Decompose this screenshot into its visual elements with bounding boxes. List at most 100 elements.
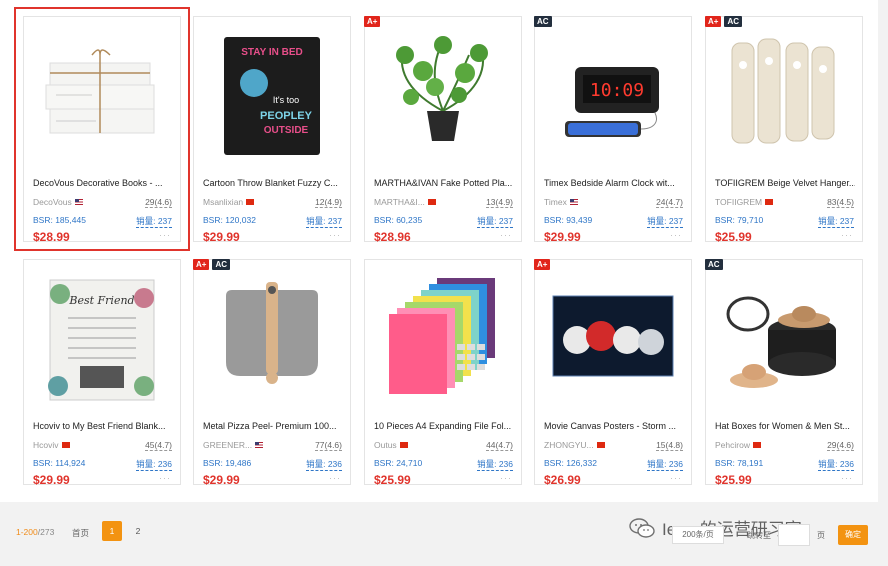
product-bsr: BSR: 120,032 — [203, 215, 256, 225]
product-sales: 销量: 237 — [136, 216, 172, 228]
product-card[interactable]: A+ Movie Canvas Posters - Storm ... ZHON… — [534, 259, 692, 487]
cn-flag-icon — [765, 199, 774, 205]
product-title[interactable]: TOFIIGREM Beige Velvet Hanger... — [715, 178, 855, 188]
product-sales: 销量: 236 — [647, 459, 683, 471]
product-title[interactable]: Hcoviv to My Best Friend Blank... — [33, 421, 173, 431]
us-flag-icon — [255, 442, 264, 448]
product-sales: 销量: 236 — [306, 459, 342, 471]
cn-flag-icon — [427, 199, 436, 205]
hanger-clips-icon — [731, 38, 835, 144]
product-rating: 29(4.6) — [145, 197, 172, 208]
more-icon[interactable]: ··· — [159, 230, 171, 240]
wechat-icon — [629, 517, 655, 538]
product-brand: MARTHA&I... — [374, 197, 436, 207]
cn-flag-icon — [399, 442, 408, 448]
more-icon[interactable]: ··· — [841, 230, 853, 240]
product-title[interactable]: 10 Pieces A4 Expanding File Fol... — [374, 421, 514, 431]
more-icon[interactable]: ··· — [159, 473, 171, 483]
image-caption: Best Friend — [68, 294, 134, 307]
product-bsr: BSR: 79,710 — [715, 215, 764, 225]
product-card[interactable]: DecoVous Decorative Books - ... DecoVous… — [14, 7, 190, 251]
product-rating: 12(4.9) — [315, 197, 342, 208]
friend-blanket-icon: Best Friend — [48, 279, 155, 401]
product-title[interactable]: Movie Canvas Posters - Storm ... — [544, 421, 684, 431]
product-title[interactable]: MARTHA&IVAN Fake Potted Pla... — [374, 178, 514, 188]
product-price: $29.99 — [203, 473, 240, 487]
product-sales: 销量: 236 — [818, 459, 854, 471]
product-title[interactable]: Timex Bedside Alarm Clock wit... — [544, 178, 684, 188]
goto-page-input[interactable] — [778, 524, 810, 546]
more-icon[interactable]: ··· — [500, 473, 512, 483]
page-unit-label: 页 — [817, 531, 825, 540]
more-icon[interactable]: ··· — [329, 473, 341, 483]
product-rating: 29(4.6) — [827, 440, 854, 451]
alarm-clock-icon: 10:09 — [565, 67, 659, 137]
page-button-1[interactable]: 1 — [102, 521, 122, 541]
cn-flag-icon — [596, 442, 605, 448]
product-bsr: BSR: 126,332 — [544, 458, 597, 468]
first-page-link[interactable]: 首页 — [72, 527, 89, 539]
hat-box-icon — [726, 296, 836, 388]
blanket-icon: STAY IN BED It's too PEOPLEY OUTSIDE — [224, 37, 320, 155]
product-sales: 销量: 237 — [477, 216, 513, 228]
product-bsr: BSR: 185,445 — [33, 215, 86, 225]
product-bsr: BSR: 60,235 — [374, 215, 423, 225]
product-rating: 44(4.7) — [486, 440, 513, 451]
product-price: $26.99 — [544, 473, 581, 487]
product-price: $29.99 — [203, 230, 240, 244]
product-brand: DecoVous — [33, 197, 83, 207]
us-flag-icon — [74, 199, 83, 205]
product-brand: Msanlixian — [203, 197, 255, 207]
product-title[interactable]: Cartoon Throw Blanket Fuzzy C... — [203, 178, 343, 188]
product-rating: 45(4.7) — [145, 440, 172, 451]
cn-flag-icon — [61, 442, 70, 448]
svg-text:OUTSIDE: OUTSIDE — [264, 125, 309, 136]
product-brand: ZHONGYU... — [544, 440, 605, 450]
product-brand: TOFIIGREM — [715, 197, 774, 207]
more-icon[interactable]: ··· — [670, 230, 682, 240]
product-bsr: BSR: 19,486 — [203, 458, 252, 468]
pizza-peel-icon — [226, 282, 318, 384]
more-icon[interactable]: ··· — [670, 473, 682, 483]
more-icon[interactable]: ··· — [841, 473, 853, 483]
product-rating: 15(4.8) — [656, 440, 683, 451]
product-price: $29.99 — [33, 473, 70, 487]
more-icon[interactable]: ··· — [500, 230, 512, 240]
product-title[interactable]: Metal Pizza Peel- Premium 100... — [203, 421, 343, 431]
product-price: $25.99 — [715, 473, 752, 487]
product-sales: 销量: 237 — [647, 216, 683, 228]
product-card[interactable]: A+ MARTHA&IVAN Fake Potted Pla... MARTHA… — [364, 16, 522, 244]
product-card[interactable]: AC 10:09 Timex Bedside Alarm Clock wit..… — [534, 16, 692, 244]
cn-flag-icon — [246, 199, 255, 205]
product-brand: GREENER... — [203, 440, 264, 450]
product-grid-panel: DecoVous Decorative Books - ... DecoVous… — [0, 0, 878, 502]
product-card[interactable]: A+ AC TOFIIGREM Beige Velvet Hanger... TO… — [705, 16, 863, 244]
product-card[interactable]: AC Hat Boxes for Women & Men St... Pehci… — [705, 259, 863, 487]
product-card[interactable]: A+ AC Metal Pizza Peel- Premium 100... GR… — [193, 259, 351, 487]
product-price: $28.99 — [33, 230, 70, 244]
page-button-2[interactable]: 2 — [128, 521, 148, 541]
product-card[interactable]: 10 Pieces A4 Expanding File Fol... Outus… — [364, 259, 522, 487]
product-sales: 销量: 236 — [136, 459, 172, 471]
pagination-total: 1-200/273 — [16, 527, 55, 537]
product-sales: 销量: 237 — [818, 216, 854, 228]
goto-label: 跳转至 — [747, 531, 771, 540]
product-bsr: BSR: 24,710 — [374, 458, 423, 468]
product-sales: 销量: 236 — [477, 459, 513, 471]
product-title[interactable]: DecoVous Decorative Books - ... — [33, 178, 173, 188]
product-price: $25.99 — [374, 473, 411, 487]
more-icon[interactable]: ··· — [329, 230, 341, 240]
confirm-button[interactable]: 确定 — [838, 525, 868, 545]
product-card[interactable]: STAY IN BED It's too PEOPLEY OUTSIDE Car… — [193, 16, 351, 244]
product-rating: 77(4.6) — [315, 440, 342, 451]
stacked-books-icon — [45, 49, 155, 134]
product-rating: 13(4.9) — [486, 197, 513, 208]
pagination-bar: 1-200/273 首页 1 2 Ienry的运营研习室 200条/页 跳转至 … — [0, 510, 888, 566]
product-brand: Pehcirow — [715, 440, 761, 450]
page-size-select[interactable]: 200条/页 — [672, 526, 724, 544]
file-folders-icon — [389, 278, 495, 394]
product-rating: 83(4.5) — [827, 197, 854, 208]
potted-plant-icon — [396, 36, 488, 141]
product-card[interactable]: Best Friend Hcoviv to My Best Friend Bla… — [23, 259, 181, 487]
product-title[interactable]: Hat Boxes for Women & Men St... — [715, 421, 855, 431]
